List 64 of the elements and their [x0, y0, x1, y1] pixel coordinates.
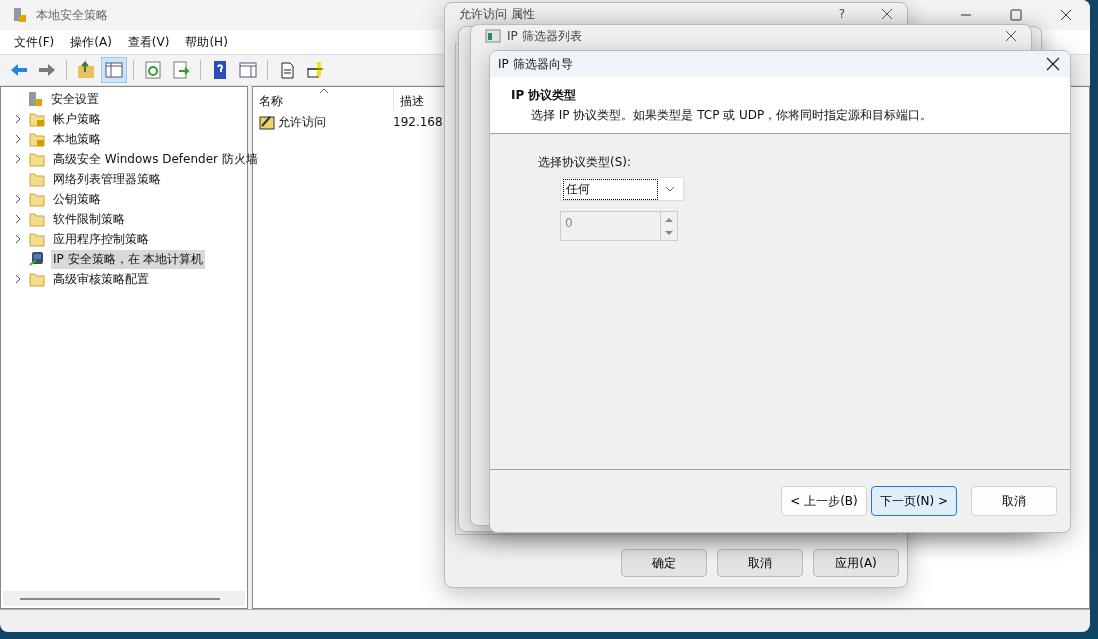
chevron-icon[interactable]: [13, 194, 23, 204]
folder-icon: [29, 271, 45, 287]
pane-icon: [238, 60, 258, 80]
locked-folder-icon: [29, 111, 45, 127]
column-header[interactable]: 描述: [400, 93, 424, 110]
protocol-label: 选择协议类型(S):: [538, 154, 633, 171]
menu-item[interactable]: 帮助(H): [179, 31, 234, 53]
folder-icon: [29, 231, 45, 247]
chevron-icon[interactable]: [13, 154, 23, 164]
window-title: 本地安全策略: [36, 6, 108, 24]
tree-item[interactable]: 帐户策略: [51, 109, 103, 129]
dialog-title: IP 筛选器列表: [507, 27, 583, 45]
tree-item[interactable]: 软件限制策略: [51, 209, 127, 229]
menu-item[interactable]: 操作(A): [64, 31, 118, 53]
tree-item[interactable]: 高级安全 Windows Defender 防火墙: [51, 149, 260, 169]
chevron-down-icon: [665, 186, 675, 192]
menu-item[interactable]: 查看(V): [121, 31, 176, 53]
up-icon: [76, 60, 96, 80]
chevron-icon[interactable]: [13, 274, 23, 284]
tree-icon: [104, 60, 124, 80]
column-header[interactable]: 名称: [259, 93, 283, 110]
tree-item[interactable]: 应用程序控制策略: [51, 229, 151, 249]
wizard-button[interactable]: < 上一步(B): [781, 486, 867, 516]
scrollbar[interactable]: [3, 591, 245, 606]
tree-item[interactable]: 公钥策略: [51, 189, 103, 209]
tree-item[interactable]: 高级审核策略配置: [51, 269, 151, 289]
tree-toolbar-button[interactable]: [101, 57, 127, 83]
tree-item[interactable]: IP 安全策略，在 本地计算机: [51, 249, 206, 269]
folder-icon: [29, 191, 45, 207]
computer-icon: [29, 251, 45, 267]
maximize-icon[interactable]: [1010, 9, 1022, 21]
folder-icon: [29, 151, 45, 167]
dialog-icon: [485, 28, 501, 44]
dialog-title: 允许访问 属性: [459, 5, 536, 23]
protocol-dropdown[interactable]: 任何: [560, 177, 684, 201]
wizard-button[interactable]: 取消: [971, 486, 1057, 516]
table-cell[interactable]: 允许访问: [278, 113, 326, 131]
folder-icon: [29, 211, 45, 227]
refresh-icon: [143, 60, 163, 80]
chevron-icon[interactable]: [13, 134, 23, 144]
folder-icon: [29, 171, 45, 187]
tree-item[interactable]: 网络列表管理器策略: [51, 169, 163, 189]
dialog-button[interactable]: 取消: [717, 549, 803, 577]
close-icon[interactable]: [1046, 57, 1060, 71]
dialog-button[interactable]: 确定: [621, 549, 707, 577]
close-icon[interactable]: [881, 8, 893, 20]
tree-item[interactable]: 安全设置: [49, 89, 101, 109]
table-cell-text: 192.168: [392, 115, 444, 129]
dialog-button[interactable]: 应用(A): [813, 549, 899, 577]
export-icon: [171, 60, 191, 80]
close-icon[interactable]: [1060, 9, 1072, 21]
wizard-description: 选择 IP 协议类型。如果类型是 TCP 或 UDP，你将同时指定源和目标端口。: [530, 107, 934, 124]
help-button[interactable]: ?: [838, 7, 845, 21]
wizard-button[interactable]: 下一页(N) >: [871, 486, 957, 516]
wizard-heading: IP 协议类型: [511, 87, 578, 104]
chevron-icon[interactable]: [13, 214, 23, 224]
locked-folder-icon: [29, 131, 45, 147]
add-icon: [305, 60, 325, 80]
tree-item[interactable]: 本地策略: [51, 129, 103, 149]
close-icon[interactable]: [1005, 30, 1017, 42]
chevron-icon[interactable]: [13, 114, 23, 124]
dialog-title: IP 筛选器向导: [498, 55, 574, 73]
menu-item[interactable]: 文件(F): [8, 31, 61, 53]
chevron-icon[interactable]: [13, 234, 23, 244]
